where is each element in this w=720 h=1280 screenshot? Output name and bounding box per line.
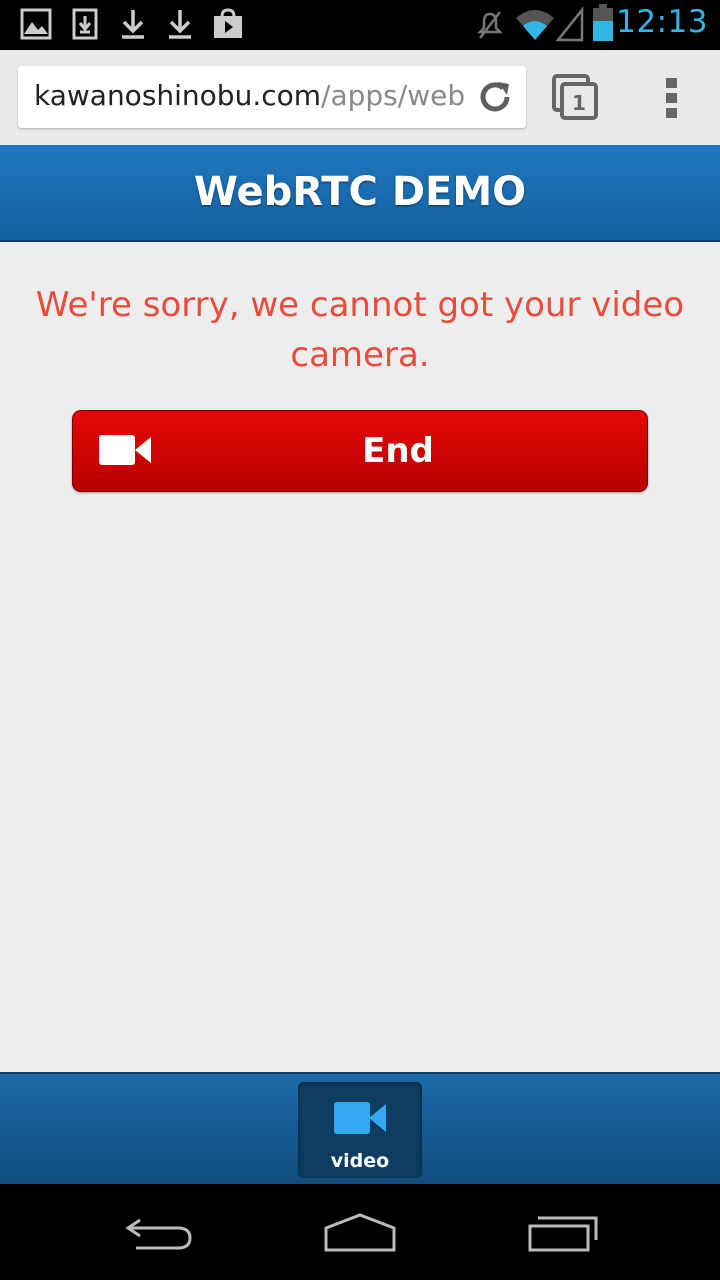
url-bar[interactable]: kawanoshinobu.com/apps/web — [18, 66, 526, 128]
muted-icon — [476, 11, 504, 39]
reload-icon[interactable] — [476, 78, 514, 116]
back-icon[interactable] — [122, 1212, 196, 1252]
home-icon[interactable] — [320, 1212, 400, 1254]
download-icon — [169, 10, 191, 39]
system-nav-bar — [0, 1184, 720, 1280]
recents-icon[interactable] — [524, 1212, 600, 1254]
footer-navbar: video — [0, 1072, 720, 1184]
image-icon — [20, 8, 52, 40]
overflow-menu-icon[interactable] — [664, 76, 680, 120]
battery-icon — [593, 4, 613, 41]
web-page: WebRTC DEMO We're sorry, we cannot got y… — [0, 145, 720, 1184]
end-button[interactable]: End — [72, 410, 648, 492]
url-text[interactable]: kawanoshinobu.com/apps/web — [34, 79, 465, 112]
browser-toolbar: kawanoshinobu.com/apps/web 1 — [0, 50, 720, 145]
nav-item-video[interactable]: video — [298, 1082, 422, 1178]
signal-icon — [556, 6, 584, 42]
error-message: We're sorry, we cannot got your video ca… — [35, 285, 685, 375]
wifi-icon — [516, 10, 554, 40]
page-title: WebRTC DEMO — [193, 169, 527, 215]
download-box-icon — [72, 8, 98, 40]
nav-item-label: video — [330, 1150, 390, 1172]
url-path: /apps/web — [321, 79, 466, 112]
play-store-icon — [214, 8, 242, 38]
end-button-label: End — [362, 431, 434, 471]
url-host: kawanoshinobu.com — [34, 79, 322, 112]
video-camera-icon — [334, 1102, 386, 1134]
page-header: WebRTC DEMO — [0, 145, 720, 242]
download-icon — [122, 10, 144, 39]
tabs-icon[interactable]: 1 — [552, 74, 600, 122]
tab-count: 1 — [572, 91, 586, 115]
clock: 12:13 — [616, 4, 708, 40]
status-bar: 12:13 — [0, 0, 720, 50]
